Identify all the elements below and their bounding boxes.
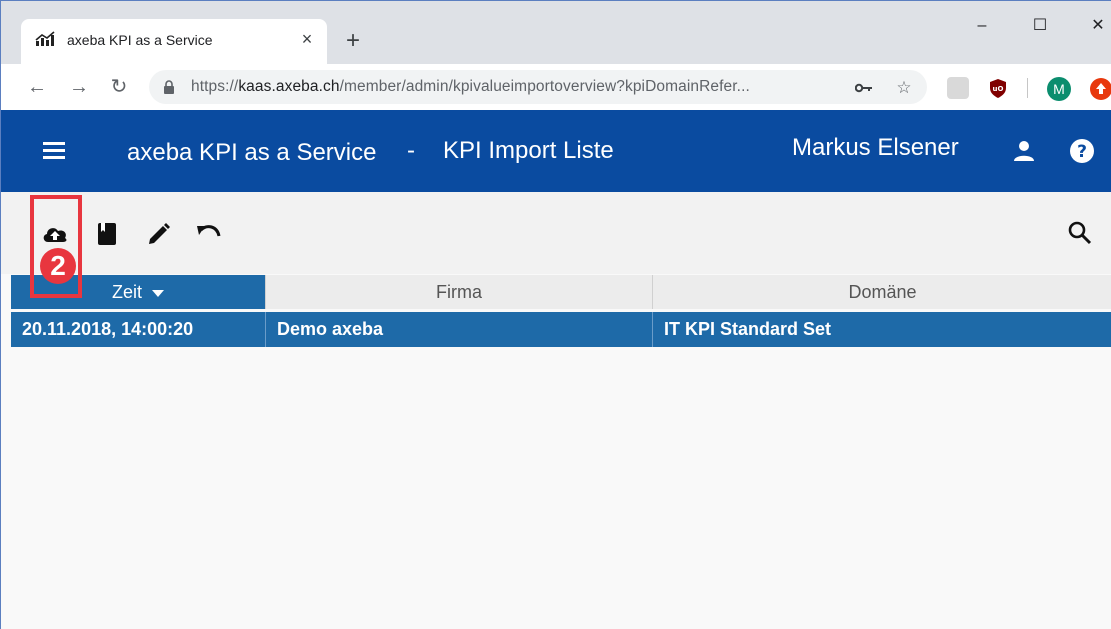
content-area: 2 Zeit Firma Domäne 20.11.2018, 14:00:20…: [0, 192, 1111, 629]
reload-icon[interactable]: ↻: [107, 75, 131, 99]
ublock-shield-icon[interactable]: uO: [987, 77, 1009, 99]
profile-avatar[interactable]: M: [1047, 77, 1071, 101]
pencil-icon[interactable]: [145, 220, 173, 248]
svg-text:uO: uO: [993, 85, 1004, 93]
back-arrow-icon[interactable]: ←: [25, 75, 49, 99]
url-text: https://kaas.axeba.ch/member/admin/kpiva…: [191, 78, 750, 95]
title-separator: -: [407, 137, 415, 164]
tab-title: axeba KPI as a Service: [67, 32, 213, 48]
svg-text:?: ?: [1077, 142, 1087, 162]
page-title: KPI Import Liste: [443, 137, 614, 164]
bookmark-star-icon[interactable]: ☆: [893, 77, 915, 99]
action-bar: [1, 192, 1111, 274]
annotation-step-badge: 2: [40, 248, 76, 284]
forward-arrow-icon[interactable]: →: [67, 75, 91, 99]
pdf-extension-icon[interactable]: [947, 77, 969, 99]
undo-icon[interactable]: [195, 220, 223, 248]
lock-icon: [164, 80, 174, 94]
book-icon[interactable]: [93, 220, 121, 248]
address-bar[interactable]: https://kaas.axeba.ch/member/admin/kpiva…: [149, 70, 927, 104]
window-minimize-button[interactable]: –: [959, 11, 1005, 41]
cell-zeit: 20.11.2018, 14:00:20: [11, 312, 266, 347]
cell-firma: Demo axeba: [266, 312, 653, 347]
new-tab-button[interactable]: +: [339, 27, 367, 55]
column-header-domaene[interactable]: Domäne: [653, 275, 1111, 309]
extension-upload-icon[interactable]: [1089, 77, 1111, 101]
table-header: Zeit Firma Domäne: [11, 275, 1111, 309]
browser-tab[interactable]: axeba KPI as a Service ×: [21, 19, 327, 65]
app-title: axeba KPI as a Service: [127, 139, 377, 166]
toolbar-separator: [1027, 78, 1028, 98]
browser-toolbar: ← → ↻ https://kaas.axeba.ch/member/admin…: [0, 64, 1111, 110]
key-icon[interactable]: [853, 77, 875, 99]
app-header: axeba KPI as a Service - KPI Import List…: [0, 110, 1111, 192]
window-maximize-button[interactable]: ☐: [1017, 11, 1063, 41]
table-row[interactable]: 20.11.2018, 14:00:20 Demo axeba IT KPI S…: [11, 312, 1111, 347]
sort-desc-icon: [152, 289, 164, 297]
cell-domaene: IT KPI Standard Set: [664, 319, 832, 339]
tab-close-icon[interactable]: ×: [297, 29, 317, 49]
browser-tabstrip: axeba KPI as a Service × + – ☐ ✕: [0, 0, 1111, 65]
user-name[interactable]: Markus Elsener: [792, 134, 959, 162]
user-icon[interactable]: [1013, 140, 1035, 162]
menu-icon[interactable]: [43, 142, 69, 160]
column-header-firma[interactable]: Firma: [266, 275, 653, 309]
cloud-upload-icon[interactable]: [41, 220, 69, 248]
help-icon[interactable]: ?: [1069, 138, 1095, 164]
axeba-logo-icon: [35, 31, 55, 46]
search-icon[interactable]: [1067, 220, 1093, 246]
window-close-button[interactable]: ✕: [1075, 11, 1111, 41]
